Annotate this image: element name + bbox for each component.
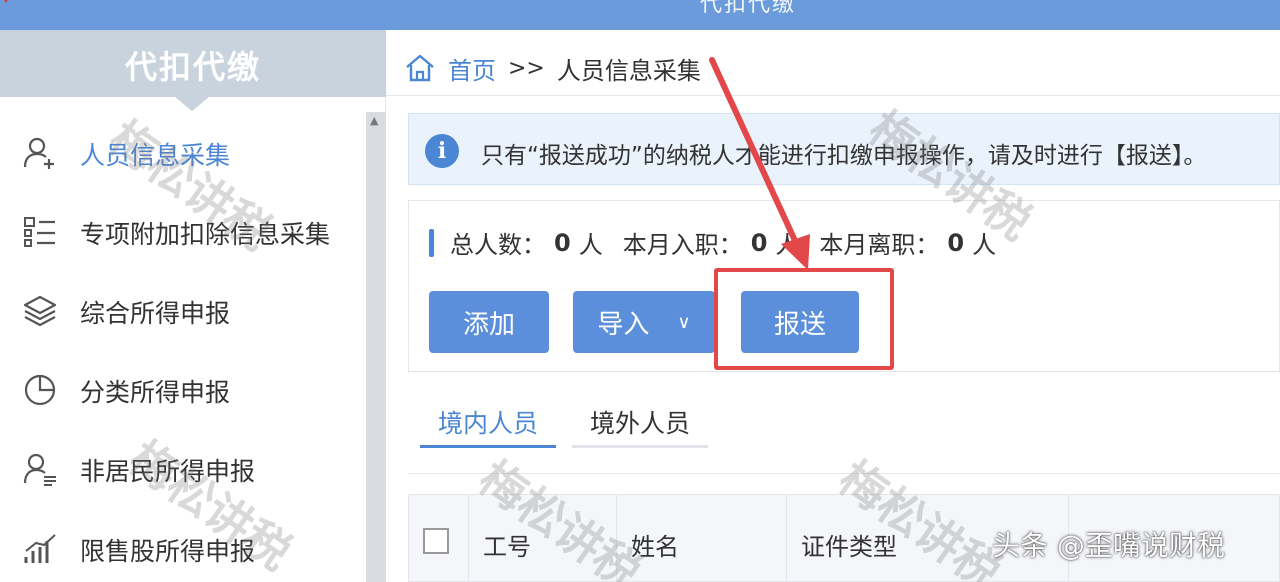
- person-add-icon: [23, 137, 54, 169]
- stats-accent-bar: [429, 228, 434, 257]
- info-icon: i: [425, 134, 459, 168]
- column-header[interactable]: 姓名: [617, 495, 787, 582]
- header-divider: [386, 95, 1280, 96]
- sidebar-item-label: 分类所得申报: [80, 378, 231, 407]
- left-label: 本月离职：: [819, 231, 940, 259]
- tab-overseas-personnel[interactable]: 境外人员: [572, 396, 708, 448]
- import-button-label: 导入: [597, 309, 650, 340]
- breadcrumb-home-link[interactable]: 首页: [448, 51, 496, 86]
- left-value: 0: [947, 228, 965, 257]
- sidebar-item-personnel-info[interactable]: 人员信息采集: [0, 122, 366, 182]
- import-button[interactable]: 导入 ∨: [573, 291, 715, 353]
- sidebar-item-label: 专项附加扣除信息采集: [80, 220, 331, 249]
- sidebar-item-label: 人员信息采集: [80, 141, 231, 170]
- total-label: 总人数：: [450, 231, 546, 259]
- sidebar-item-special-deduction[interactable]: 专项附加扣除信息采集: [0, 201, 366, 261]
- chevron-down-icon: ∨: [677, 311, 691, 333]
- tab-domestic-personnel[interactable]: 境内人员: [420, 396, 556, 448]
- add-button-label: 添加: [462, 309, 515, 340]
- hired-label: 本月入职：: [622, 231, 743, 259]
- column-header[interactable]: 工号: [469, 495, 617, 582]
- scroll-up-icon[interactable]: ▲: [370, 114, 378, 127]
- sidebar-item-comprehensive-income[interactable]: 综合所得申报: [0, 280, 366, 340]
- breadcrumb-separator: >>: [508, 55, 545, 81]
- highlight-box: [714, 268, 894, 370]
- stats-row: 总人数： 0 人 本月入职： 0 人 本月离职： 0 人: [429, 225, 996, 260]
- credit-text: 头条 @歪嘴说财税: [992, 529, 1225, 562]
- person-card-icon: [23, 453, 56, 486]
- breadcrumb-current: 人员信息采集: [556, 56, 701, 85]
- list-icon: [24, 217, 55, 247]
- bar-chart-icon: [24, 534, 56, 563]
- sidebar-item-nonresident-income[interactable]: 非居民所得申报: [0, 438, 366, 498]
- pie-chart-icon: [24, 374, 56, 406]
- breadcrumb: 首页 >> 人员信息采集: [404, 50, 701, 86]
- add-button[interactable]: 添加: [429, 291, 549, 353]
- sidebar-item-label: 非居民所得申报: [80, 457, 256, 486]
- sidebar-item-label: 综合所得申报: [80, 299, 231, 328]
- column-header-label: 姓名: [631, 533, 679, 561]
- table-header-select: [409, 495, 469, 582]
- hired-unit: 人: [775, 231, 800, 259]
- sidebar-item-classified-income[interactable]: 分类所得申报: [0, 359, 366, 419]
- sidebar-scrollbar[interactable]: ▲: [366, 112, 386, 582]
- sidebar-item-restricted-shares[interactable]: 限售股所得申报: [0, 518, 366, 578]
- select-all-checkbox[interactable]: [423, 528, 449, 554]
- home-icon[interactable]: [404, 52, 436, 84]
- app-logo-icon: ✦: [0, 0, 12, 8]
- sidebar-header: 代扣代缴: [0, 30, 386, 111]
- sidebar: 代扣代缴 人员信息采集 专项附加扣除信息采集 综合所得申报 分类所得申报 非居民…: [0, 30, 386, 582]
- notice-text: 只有“报送成功”的纳税人才能进行扣缴申报操作，请及时进行【报送】。: [481, 143, 1207, 169]
- layers-icon: [23, 295, 57, 327]
- window-title: 代扣代缴: [700, 0, 797, 17]
- total-unit: 人: [578, 231, 603, 259]
- hired-value: 0: [750, 228, 768, 257]
- tab-divider: [408, 473, 1280, 474]
- left-unit: 人: [972, 231, 997, 259]
- total-value: 0: [554, 228, 571, 257]
- top-bar: ✦ 代扣代缴: [0, 0, 1280, 30]
- notice-banner: i 只有“报送成功”的纳税人才能进行扣缴申报操作，请及时进行【报送】。: [408, 113, 1280, 185]
- sidebar-item-label: 限售股所得申报: [80, 537, 256, 566]
- sidebar-header-pointer: [175, 97, 209, 111]
- sidebar-title: 代扣代缴: [124, 48, 261, 86]
- column-header-label: 工号: [483, 533, 531, 561]
- column-header-label: 证件类型: [801, 533, 897, 561]
